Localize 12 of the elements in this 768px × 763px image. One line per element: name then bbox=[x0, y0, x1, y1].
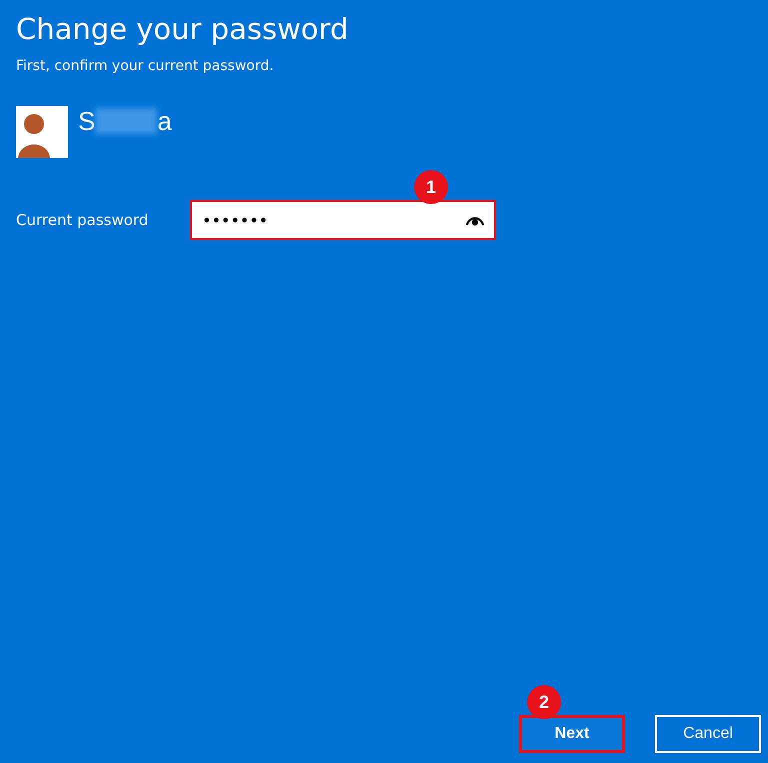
reveal-password-icon[interactable] bbox=[466, 214, 484, 226]
cancel-button[interactable]: Cancel bbox=[655, 715, 761, 753]
next-button[interactable]: Next bbox=[519, 715, 625, 753]
account-name: a bbox=[157, 106, 172, 136]
step-badge: 2 bbox=[527, 685, 561, 719]
instruction-text: First, confirm your current password. bbox=[16, 58, 275, 74]
password-field[interactable]: ••••••• bbox=[190, 200, 496, 240]
step-badge: 1 bbox=[414, 170, 448, 204]
field-label: Current password bbox=[16, 211, 150, 229]
dialog-title: Change your password bbox=[16, 11, 350, 48]
avatar-icon bbox=[16, 106, 68, 158]
account-name: S bbox=[78, 106, 96, 136]
